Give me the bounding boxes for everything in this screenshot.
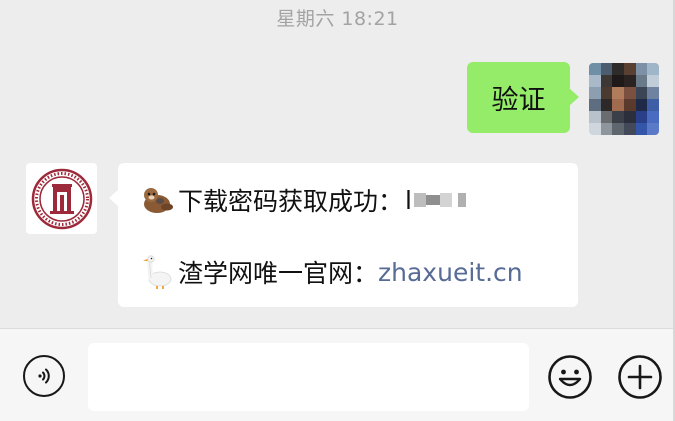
outgoing-message-bubble[interactable]: 验证 xyxy=(467,62,579,133)
password-visible-char: l xyxy=(405,185,412,215)
redacted-password: l xyxy=(405,186,466,215)
message-line-password: 下载密码获取成功： l xyxy=(140,182,466,218)
plus-icon[interactable] xyxy=(617,354,663,400)
outgoing-message-text: 验证 xyxy=(491,85,546,116)
input-bar xyxy=(0,328,675,421)
website-link[interactable]: zhaxueit.cn xyxy=(378,258,523,287)
message-input[interactable] xyxy=(88,343,529,411)
incoming-message-bubble[interactable]: 下载密码获取成功： l 渣学网唯一官网： zhaxueit.cn xyxy=(109,163,578,307)
website-label: 渣学网唯一官网： xyxy=(178,259,379,288)
contact-avatar[interactable] xyxy=(26,163,97,234)
goose-icon xyxy=(143,255,172,289)
password-label: 下载密码获取成功： xyxy=(178,187,404,216)
otter-icon xyxy=(144,188,173,213)
emoji-icon[interactable] xyxy=(547,354,593,400)
chat-message-area[interactable]: 星期六 18:21 验证 下载密码获取成功： l 渣学网唯一官网： zhaxue… xyxy=(0,0,675,328)
university-seal-icon xyxy=(31,168,92,229)
voice-button[interactable] xyxy=(23,355,65,397)
message-timestamp: 星期六 18:21 xyxy=(276,8,399,30)
voice-icon xyxy=(38,368,50,384)
message-line-website: 渣学网唯一官网： zhaxueit.cn xyxy=(140,254,523,290)
user-avatar[interactable] xyxy=(589,63,659,135)
